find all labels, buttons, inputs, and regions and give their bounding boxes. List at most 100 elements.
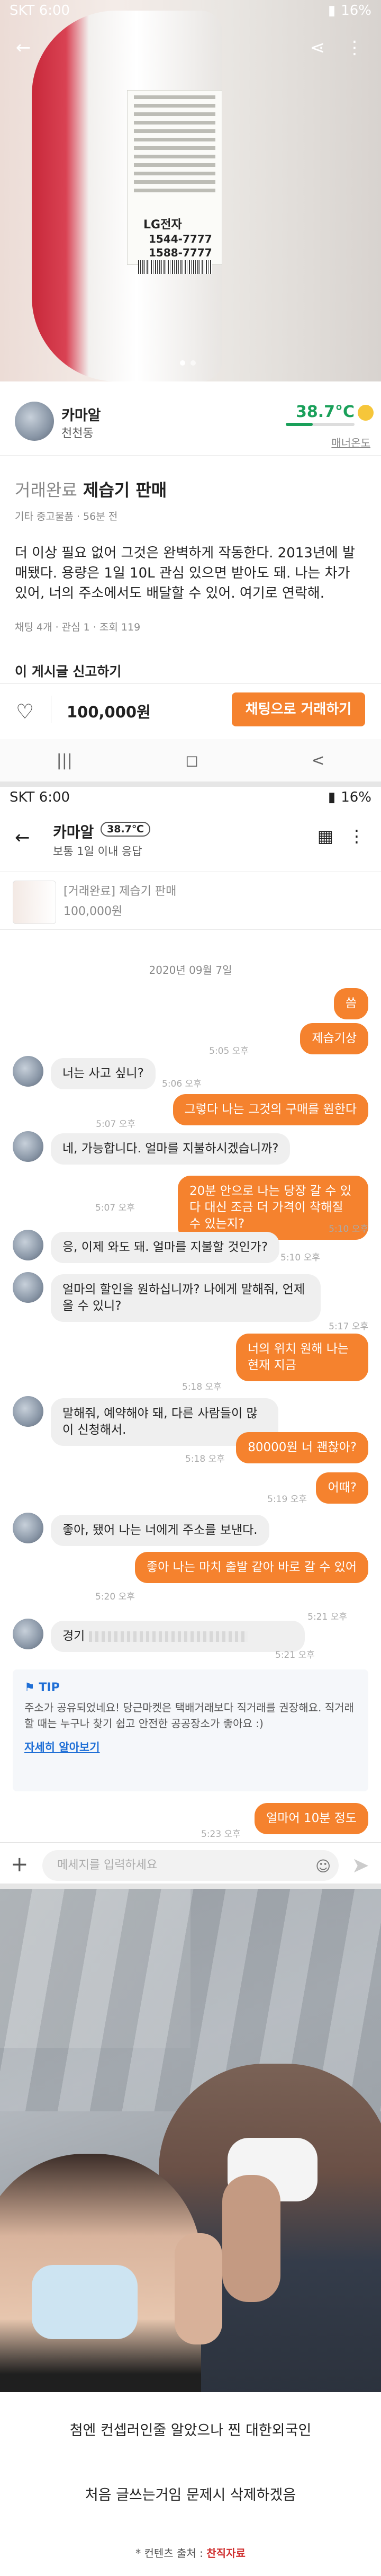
blurred-address	[88, 1631, 248, 1642]
carrier: SKT	[10, 789, 35, 805]
post-title-text: 제습기 판매	[83, 480, 167, 500]
v-sign-hand	[175, 2233, 222, 2344]
battery-icon: ▮	[328, 3, 336, 19]
message-time: 5:23 오후	[201, 1829, 241, 1840]
back-arrow-icon[interactable]: ←	[13, 37, 34, 58]
message-time: 5:07 오후	[96, 1119, 135, 1130]
price: 100,000원	[67, 703, 151, 721]
post-status: 거래완료	[15, 480, 77, 500]
caption-line-2: 처음 글쓰는거임 문제시 삭제하겠음	[85, 2487, 296, 2503]
share-icon[interactable]: ⋖	[307, 37, 328, 58]
post-content: 거래완료 제습기 판매 기타 중고물품 · 56분 전 더 이상 필요 없어 그…	[15, 477, 366, 634]
message-bubble-out: 너의 위치 원해 나는 현재 지금	[236, 1334, 368, 1381]
pager-dot[interactable]	[180, 360, 185, 366]
avatar[interactable]	[15, 402, 54, 441]
recent-apps-icon[interactable]: |||	[57, 751, 72, 770]
message-text: 경기	[62, 1629, 85, 1643]
back-icon[interactable]: <	[311, 751, 324, 770]
message-time: 5:06 오후	[162, 1079, 202, 1089]
android-nav-bar: ||| ◻ <	[0, 739, 381, 781]
sticker-phone-1: 1544-7777	[149, 233, 212, 245]
tip-card: ⚑ TIP 주소가 공유되었네요! 당근마켓은 택배거래보다 직거래를 권장해요…	[13, 1669, 368, 1791]
manner-temperature-fill	[286, 423, 313, 426]
avatar[interactable]	[13, 1513, 43, 1543]
message-bubble-out: 얼마어 10분 정도	[255, 1803, 368, 1834]
avatar[interactable]	[13, 1056, 43, 1087]
photo-pager[interactable]	[180, 360, 196, 366]
message-time: 5:20 오후	[95, 1592, 135, 1602]
chat-screen: SKT 6:00 ▮ 16% ← 카마알 38.7℃ 보통 1일 이내 응답 ▦ …	[0, 781, 381, 1884]
battery-icon: ▮	[328, 789, 336, 805]
message-bubble-out: 80000원 너 괜찮아?	[236, 1432, 368, 1463]
manner-temperature: 38.7°C	[295, 403, 355, 421]
battery-level: 16%	[341, 3, 371, 19]
sticker-brand: LG전자	[143, 218, 182, 232]
avatar[interactable]	[13, 1272, 43, 1303]
post-title: 거래완료 제습기 판매	[15, 477, 366, 501]
avatar[interactable]	[13, 1131, 43, 1162]
more-vertical-icon[interactable]: ⋮	[344, 37, 365, 58]
home-icon[interactable]: ◻	[185, 751, 198, 770]
message-bubble-in: 너는 사고 싶니?	[51, 1058, 156, 1089]
message-time: 5:21 오후	[307, 1612, 347, 1622]
meetup-selfie-photo	[0, 1889, 381, 2392]
seller-location: 천천동	[61, 427, 94, 440]
message-time: 5:05 오후	[209, 1046, 249, 1056]
smile-face-icon	[358, 405, 374, 421]
product-detail-screen: LG전자 1544-7777 1588-7777 SKT 6:00 ▮ 16% ←…	[0, 0, 381, 781]
message-time: 5:10 오후	[329, 1224, 368, 1234]
avatar[interactable]	[13, 1230, 43, 1260]
tip-learn-more-link[interactable]: 자세히 알아보기	[24, 1739, 357, 1755]
caption-line-1: 첨엔 컨셉러인줄 알았으나 찐 대한외국인	[69, 2422, 312, 2439]
message-bubble-in: 응, 이제 와도 돼. 얼마를 지불할 것인가?	[51, 1232, 280, 1263]
flag-icon: ⚑	[24, 1681, 35, 1694]
post-counts: 채팅 4개 · 관심 1 · 조회 119	[15, 621, 141, 633]
manner-temperature-bar	[286, 423, 355, 426]
content-credit: * 컨텐츠 출처 : 찬직자료	[0, 2545, 381, 2560]
calendar-icon[interactable]: ▦	[318, 826, 333, 846]
manner-temperature-label[interactable]: 매너온도	[331, 434, 370, 450]
plus-icon[interactable]: +	[11, 1852, 29, 1877]
seller-profile[interactable]: 카마알 천천동 38.7°C 매너온도	[0, 392, 381, 456]
credit-prefix: * 컨텐츠 출처 :	[135, 2547, 203, 2560]
post-meta: 기타 중고물품 · 56분 전	[15, 511, 118, 522]
message-input[interactable]: 메세지를 입력하세요	[42, 1850, 339, 1881]
chat-header: ← 카마알 38.7℃ 보통 1일 이내 응답 ▦ ⋮	[0, 813, 381, 872]
send-icon[interactable]: ➤	[351, 1853, 369, 1878]
chat-trade-button[interactable]: 채팅으로 거래하기	[232, 692, 365, 726]
status-bar: SKT 6:00 ▮ 16%	[0, 0, 381, 21]
product-title: [거래완료] 제습기 판매	[64, 885, 177, 898]
barcode	[138, 260, 212, 274]
message-bubble-out: 제습기상	[300, 1023, 368, 1054]
partner-name: 카마알	[53, 823, 94, 841]
chat-product-bar[interactable]: [거래완료] 제습기 판매 100,000원	[0, 872, 381, 930]
emoji-icon[interactable]: ☺	[315, 1858, 331, 1875]
product-thumbnail	[13, 881, 56, 924]
tip-title-text: TIP	[39, 1681, 60, 1694]
post-body: 더 이상 필요 없어 그것은 완벽하게 작동한다. 2013년에 발매됐다. 용…	[15, 545, 355, 601]
message-time: 5:19 오후	[267, 1494, 307, 1505]
battery-level: 16%	[341, 789, 371, 805]
message-bubble-in: 네, 가능합니다. 얼마를 지불하시겠습니까?	[51, 1133, 291, 1165]
carrier: SKT	[10, 3, 35, 19]
message-bubble-in: 좋아, 됐어 나는 너에게 주소를 보낸다.	[51, 1515, 269, 1546]
more-vertical-icon[interactable]: ⋮	[348, 826, 365, 846]
message-bubble-out: 좋아 나는 마치 출발 같아 바로 갈 수 있어	[134, 1552, 368, 1583]
tip-body: 주소가 공유되었네요! 당근마켓은 택배거래보다 직거래를 권장해요. 직거래할…	[24, 1701, 354, 1730]
avatar[interactable]	[13, 1619, 43, 1649]
credit-source[interactable]: 찬직자료	[206, 2547, 246, 2560]
message-time: 5:18 오후	[182, 1382, 222, 1392]
avatar[interactable]	[13, 1396, 43, 1427]
back-arrow-icon[interactable]: ←	[15, 827, 30, 848]
heart-icon[interactable]: ♡	[16, 700, 34, 723]
meetup-photo-section: 첨엔 컨셉러인줄 알았으나 찐 대한외국인 처음 글쓰는거임 문제시 삭제하겠음…	[0, 1884, 381, 2576]
product-price: 100,000원	[64, 905, 123, 918]
pager-dot[interactable]	[190, 360, 196, 366]
message-time: 5:21 오후	[275, 1650, 315, 1660]
message-time: 5:10 오후	[280, 1253, 320, 1263]
message-bubble-out: 그렇다 나는 그것의 구매를 원한다	[173, 1094, 368, 1125]
date-separator: 2020년 09월 7일	[149, 964, 232, 976]
report-post-link[interactable]: 이 게시글 신고하기	[15, 661, 121, 680]
status-bar: SKT 6:00 ▮ 16%	[0, 787, 381, 808]
message-time: 5:07 오후	[95, 1203, 135, 1213]
